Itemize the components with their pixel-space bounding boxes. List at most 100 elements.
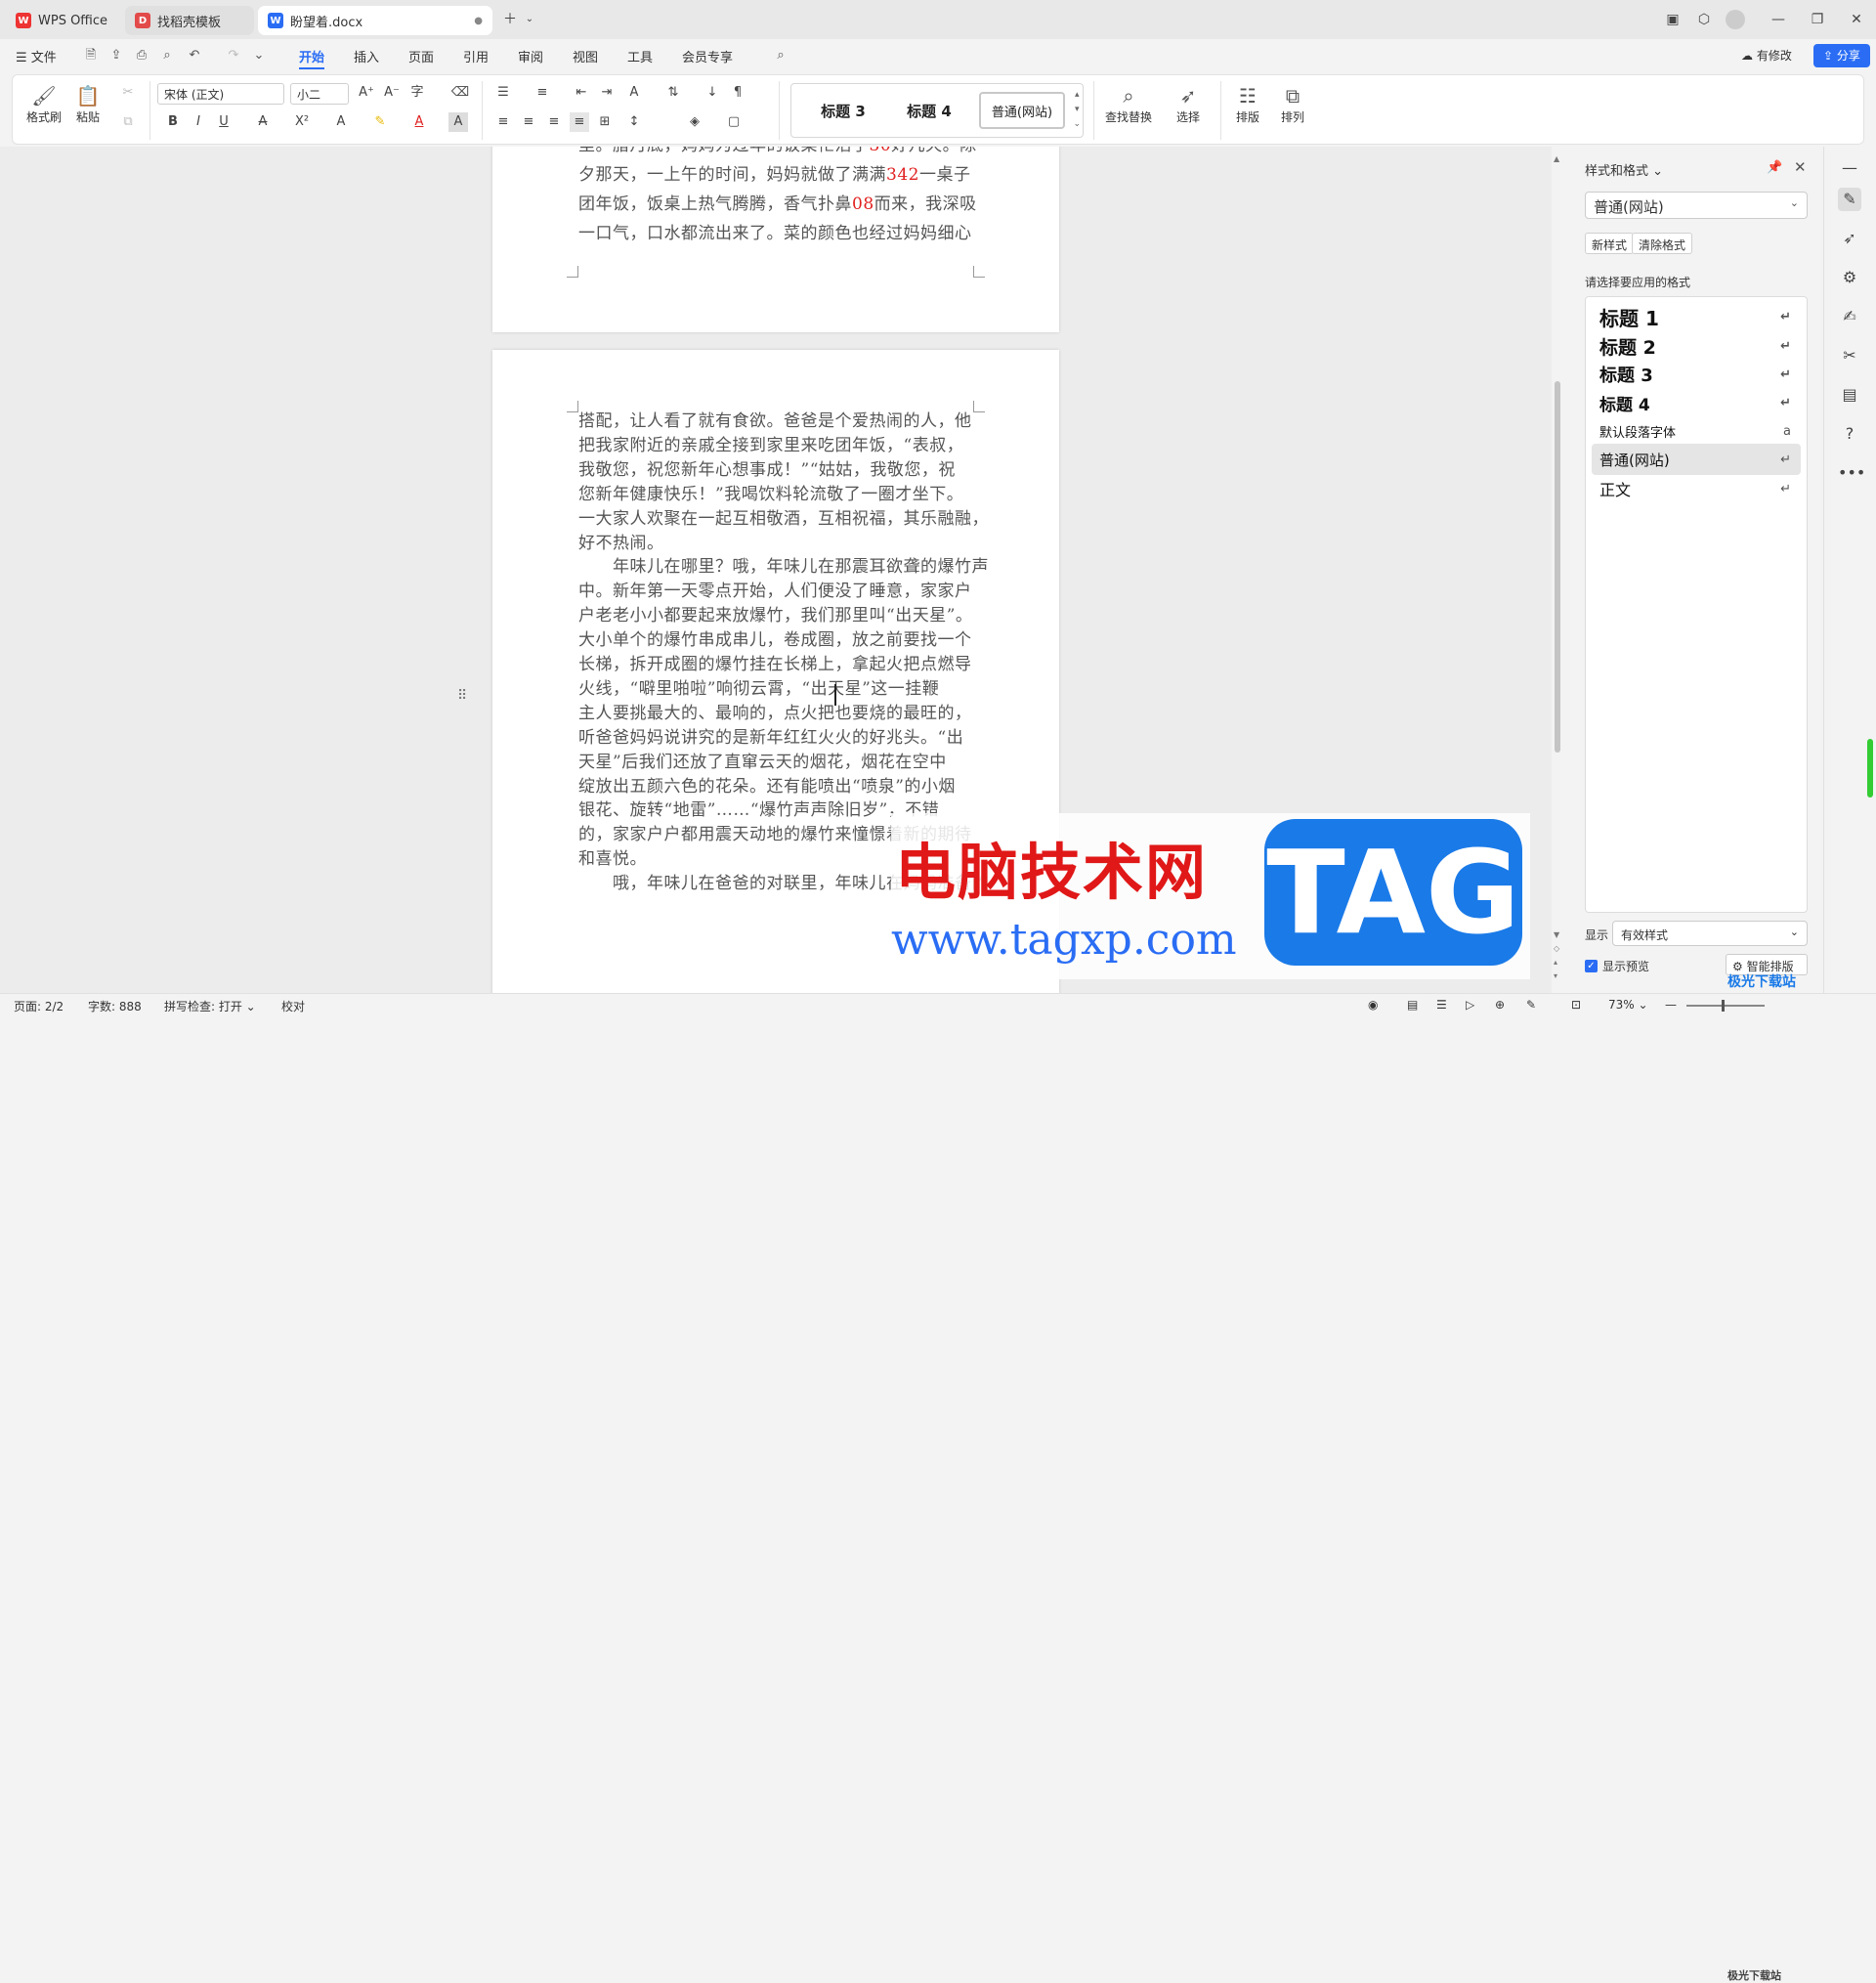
paste-button[interactable]: 📋 粘贴: [75, 83, 101, 125]
distribute-icon[interactable]: ⊞: [595, 112, 615, 132]
restore-icon[interactable]: ❐: [1808, 10, 1827, 29]
tools-icon[interactable]: ✂: [1838, 344, 1861, 367]
style-item-default-font[interactable]: 默认段落字体 a: [1592, 415, 1801, 447]
style-pen-icon[interactable]: ✎: [1838, 188, 1861, 211]
align-left-icon[interactable]: ≡: [493, 112, 513, 132]
window-layout-icon[interactable]: ▣: [1663, 10, 1683, 29]
scroll-nav-icons[interactable]: ▼ ◇ ▴ ▾: [1554, 928, 1559, 983]
border-icon[interactable]: ▢: [724, 112, 744, 132]
fit-icon[interactable]: ⊡: [1571, 998, 1581, 1012]
tab-close-dot-icon[interactable]: ●: [474, 16, 483, 26]
font-size-select[interactable]: 小二: [290, 83, 349, 105]
zoom-out-icon[interactable]: —: [1665, 998, 1677, 1012]
style-item-heading-4[interactable]: 标题 4 ↵: [1592, 387, 1801, 418]
align-center-icon[interactable]: ≡: [519, 112, 538, 132]
book-icon[interactable]: ▤: [1838, 383, 1861, 407]
align-right-icon[interactable]: ≡: [544, 112, 564, 132]
cube-icon[interactable]: ⬡: [1694, 10, 1714, 29]
menu-home[interactable]: 开始: [299, 47, 325, 69]
style-item-body[interactable]: 正文 ↵: [1592, 473, 1801, 504]
new-style-button[interactable]: 新样式: [1585, 233, 1635, 254]
help-icon[interactable]: ?: [1838, 422, 1861, 446]
shading-icon[interactable]: ◈: [685, 112, 704, 132]
style-item-heading-3[interactable]: 标题 3 ↵: [1592, 359, 1801, 390]
show-preview-checkbox[interactable]: ✓ 显示预览: [1585, 958, 1649, 974]
style-normal-web[interactable]: 普通(网站): [979, 92, 1065, 129]
font-color-icon[interactable]: A: [409, 112, 429, 132]
style-heading-4[interactable]: 标题 4: [885, 92, 973, 129]
show-filter-select[interactable]: 有效样式 ⌄: [1612, 921, 1808, 946]
modified-indicator[interactable]: ☁ 有修改: [1741, 47, 1792, 64]
document-canvas[interactable]: 里。腊月底，妈妈为过年的饭菜忙活了30好几天。除 夕那天，一上午的时间，妈妈就做…: [0, 147, 1563, 993]
eye-icon[interactable]: ◉: [1368, 998, 1378, 1012]
spell-check[interactable]: 拼写检查: 打开 ⌄: [164, 998, 256, 1014]
text-direction-icon[interactable]: A: [624, 83, 644, 103]
char-shading-icon[interactable]: A: [448, 112, 468, 132]
menu-member[interactable]: 会员专享: [682, 47, 733, 65]
copy-icon[interactable]: ⧉: [118, 112, 138, 132]
clear-format-icon[interactable]: ⌫: [450, 83, 470, 103]
tab-list-chevron-icon[interactable]: ⌄: [520, 10, 539, 29]
panel-close-icon[interactable]: ✕: [1794, 158, 1807, 176]
show-marks-icon[interactable]: ¶: [728, 83, 747, 103]
sort-icon[interactable]: ⇅: [663, 83, 683, 103]
select-arrow-icon[interactable]: ➶: [1838, 227, 1861, 250]
scrollbar-thumb[interactable]: [1555, 381, 1560, 753]
clear-format-button[interactable]: 清除格式: [1632, 233, 1693, 254]
bold-icon[interactable]: B: [163, 112, 183, 132]
more-chevron-icon[interactable]: ⌄: [250, 47, 268, 65]
numbered-list-icon[interactable]: ≡: [533, 83, 552, 103]
print-icon[interactable]: ⎙: [133, 47, 150, 65]
italic-icon[interactable]: I: [189, 112, 208, 132]
underline-icon[interactable]: U: [214, 112, 234, 132]
menu-page[interactable]: 页面: [408, 47, 434, 65]
share-button[interactable]: ⇪ 分享: [1813, 44, 1870, 67]
find-replace-button[interactable]: ⌕ 查找替换: [1091, 83, 1166, 125]
word-count[interactable]: 字数: 888: [88, 998, 142, 1014]
adjust-icon[interactable]: ⚙: [1838, 266, 1861, 289]
page-1[interactable]: 里。腊月底，妈妈为过年的饭菜忙活了30好几天。除 夕那天，一上午的时间，妈妈就做…: [492, 147, 1059, 332]
pen-icon[interactable]: ✎: [1526, 998, 1536, 1012]
current-style-select[interactable]: 普通(网站) ⌄: [1585, 192, 1808, 219]
collapse-icon[interactable]: —: [1838, 156, 1861, 180]
layout-button[interactable]: ☷ 排版: [1226, 83, 1269, 125]
close-icon[interactable]: ✕: [1847, 10, 1866, 29]
outline-view-icon[interactable]: ☰: [1436, 998, 1447, 1012]
style-item-heading-1[interactable]: 标题 1 ↵: [1592, 301, 1801, 332]
export-icon[interactable]: ⇪: [107, 47, 125, 65]
grow-font-icon[interactable]: A⁺: [357, 83, 376, 103]
minimize-icon[interactable]: —: [1769, 10, 1788, 29]
select-button[interactable]: ➶ 选择: [1164, 83, 1213, 125]
cut-icon[interactable]: ✂: [118, 83, 138, 103]
strikethrough-icon[interactable]: A: [253, 112, 273, 132]
file-menu[interactable]: ☰ 文件: [16, 47, 57, 65]
format-painter-button[interactable]: 🖌 格式刷: [26, 83, 62, 125]
decrease-indent-icon[interactable]: ⇤: [572, 83, 591, 103]
proofread[interactable]: 校对: [281, 998, 305, 1014]
menu-review[interactable]: 审阅: [518, 47, 543, 65]
more-icon[interactable]: •••: [1838, 461, 1865, 485]
bullet-list-icon[interactable]: ☰: [493, 83, 513, 103]
drag-handle-icon[interactable]: ⠿: [457, 688, 467, 704]
style-gallery-scroll[interactable]: ▴ ▾ ⌄: [1073, 88, 1081, 132]
style-item-normal-web[interactable]: 普通(网站) ↵: [1592, 444, 1801, 475]
save-icon[interactable]: 🗎: [82, 47, 100, 65]
zoom-slider[interactable]: [1686, 1005, 1765, 1007]
new-tab-plus-icon[interactable]: ＋: [500, 10, 520, 29]
phonetic-icon[interactable]: 字: [407, 83, 427, 103]
text-effect-icon[interactable]: A: [331, 112, 351, 132]
zoom-level[interactable]: 73% ⌄: [1608, 998, 1648, 1012]
zoom-slider-thumb[interactable]: [1722, 1000, 1725, 1012]
style-heading-3[interactable]: 标题 3: [801, 92, 885, 129]
vertical-scrollbar[interactable]: ▲ ▼ ◇ ▴ ▾: [1552, 147, 1563, 993]
superscript-icon[interactable]: X²: [292, 112, 312, 132]
shrink-font-icon[interactable]: A⁻: [382, 83, 402, 103]
highlight-icon[interactable]: ✎: [370, 112, 390, 132]
undo-icon[interactable]: ↶: [186, 47, 203, 65]
play-icon[interactable]: ▷: [1466, 998, 1474, 1012]
scroll-up-icon[interactable]: ▲: [1554, 154, 1559, 163]
style-item-heading-2[interactable]: 标题 2 ↵: [1592, 330, 1801, 362]
tab-wps-office[interactable]: W WPS Office: [6, 6, 119, 35]
increase-indent-icon[interactable]: ⇥: [597, 83, 617, 103]
avatar[interactable]: [1726, 10, 1745, 29]
